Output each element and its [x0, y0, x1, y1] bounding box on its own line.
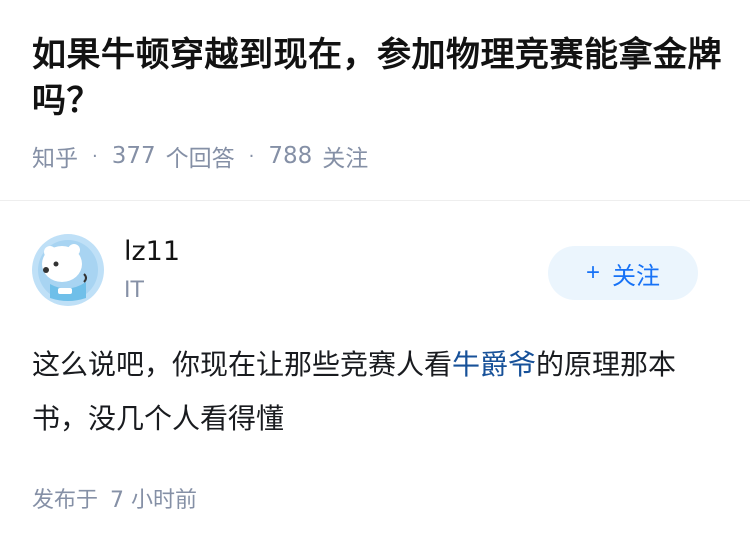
- time-label: 发布于: [32, 488, 99, 513]
- question-header: 如果牛顿穿越到现在，参加物理竞赛能拿金牌吗？ 知乎 · 377 个回答 · 78…: [32, 32, 722, 172]
- answer-count: 377: [111, 143, 156, 169]
- source-label[interactable]: 知乎: [32, 139, 78, 173]
- author-row: lz11 IT + 关注: [32, 232, 722, 312]
- follow-button[interactable]: + 关注: [548, 246, 698, 300]
- follower-count: 788: [268, 143, 313, 169]
- follow-button-label: 关注: [612, 262, 660, 290]
- answer-inline-link[interactable]: 牛爵爷: [452, 348, 536, 381]
- answer-timestamp: 发布于 7 小时前: [32, 482, 722, 514]
- question-meta: 知乎 · 377 个回答 · 788 关注: [32, 140, 722, 172]
- answer-count-label: 个回答: [165, 146, 235, 172]
- question-title[interactable]: 如果牛顿穿越到现在，参加物理竞赛能拿金牌吗？: [32, 32, 722, 124]
- polar-bear-avatar-icon[interactable]: [32, 234, 104, 306]
- answer-text-before: 这么说吧，你现在让那些竞赛人看: [32, 348, 453, 381]
- follower-count-label: 关注: [322, 146, 369, 172]
- section-divider: [0, 200, 750, 201]
- answer-card: lz11 IT + 关注 这么说吧，你现在让那些竞赛人看牛爵爷的原理那本书，没几…: [32, 232, 722, 514]
- plus-icon: +: [585, 259, 600, 286]
- author-tag: IT: [124, 278, 144, 303]
- meta-separator: ·: [248, 145, 255, 167]
- author-name[interactable]: lz11: [124, 236, 180, 267]
- time-value: 7 小时前: [110, 488, 198, 513]
- meta-separator: ·: [92, 145, 98, 167]
- answer-content: 这么说吧，你现在让那些竞赛人看牛爵爷的原理那本书，没几个人看得懂: [32, 338, 722, 446]
